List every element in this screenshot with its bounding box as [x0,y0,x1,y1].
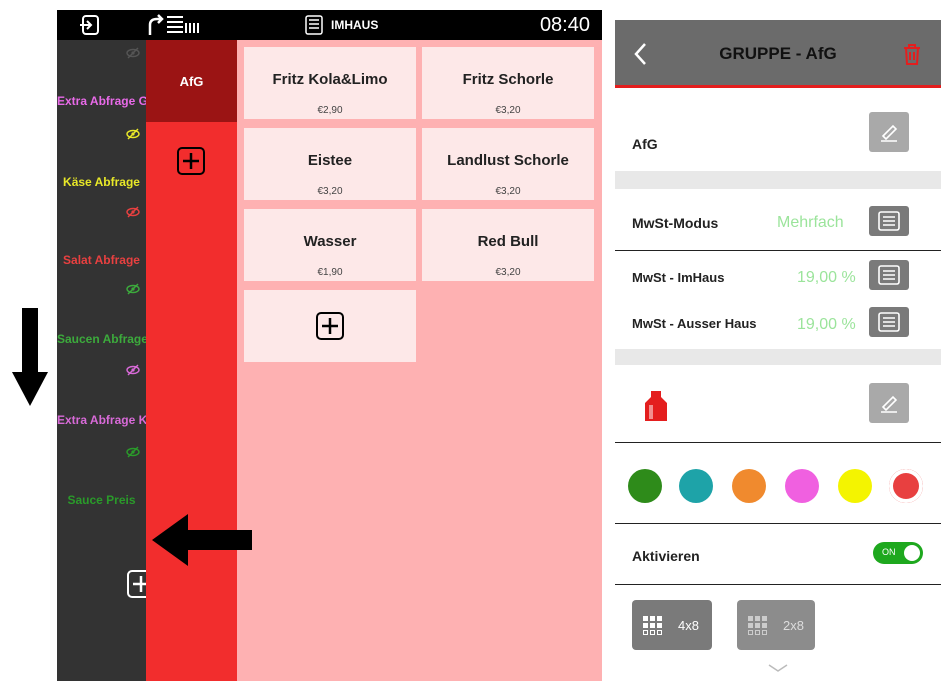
product-price: €1,90 [317,267,343,278]
activate-toggle[interactable]: ON [873,542,923,564]
layout-label: 2x8 [783,618,804,633]
edit-icon-button[interactable] [869,383,909,423]
product-price: €3,20 [495,105,521,116]
product-grid: Fritz Kola&Limo €2,90 Fritz Schorle €3,2… [237,40,602,681]
hidden-eye-icon[interactable] [126,46,140,60]
icon-row [615,365,941,443]
color-swatch[interactable] [838,469,872,503]
modifier-label: Sauce Preis [67,493,136,507]
mwst-mode-value: Mehrfach [777,214,844,231]
activate-label: Aktivieren [632,548,700,564]
mwst-mode-select-button[interactable] [869,206,909,236]
hidden-eye-icon[interactable] [126,445,140,459]
product-price: €3,20 [495,186,521,197]
product-tile[interactable]: Eistee €3,20 [244,128,416,200]
mwst-mode-label: MwSt-Modus [632,215,719,231]
trash-icon[interactable] [903,43,921,65]
color-swatch[interactable] [628,469,662,503]
product-price: €3,20 [495,267,521,278]
clock: 08:40 [539,13,590,36]
color-swatch[interactable] [679,469,713,503]
mwst-mode-row: MwSt-Modus Mehrfach [615,189,941,251]
grid-icon [748,616,767,635]
pencil-icon [881,395,898,413]
product-price: €3,20 [317,186,343,197]
list-icon [878,211,900,231]
mwst-ausser-label: MwSt - Ausser Haus [632,316,757,331]
layout-label: 4x8 [678,618,699,633]
color-swatch-selected[interactable] [889,469,923,503]
add-group-button[interactable] [177,147,205,175]
product-tile[interactable]: Fritz Kola&Limo €2,90 [244,47,416,119]
product-name: Wasser [303,233,357,250]
mwst-imhaus-select-button[interactable] [869,260,909,290]
product-tile[interactable]: Wasser €1,90 [244,209,416,281]
mwst-ausser-value: 19,00 % [797,316,856,333]
redirect-menu-icon[interactable] [147,10,207,40]
chevron-down-icon[interactable] [767,663,789,673]
mode-label: IMHAUS [331,18,379,32]
grid-icon [643,616,662,635]
hidden-eye-icon[interactable] [126,363,140,377]
top-bar: IMHAUS 08:40 [57,10,602,40]
mwst-imhaus-label: MwSt - ImHaus [632,270,725,285]
product-tile[interactable]: Red Bull €3,20 [422,209,594,281]
list-icon [878,312,900,332]
group-name-value: AfG [632,136,658,152]
color-swatch[interactable] [732,469,766,503]
product-price: €2,90 [317,105,343,116]
divider-line [615,584,941,585]
left-arrow-annotation [152,514,252,566]
product-name: Fritz Schorle [462,71,554,88]
color-swatch[interactable] [785,469,819,503]
hidden-eye-icon[interactable] [126,127,140,141]
product-tile[interactable]: Landlust Schorle €3,20 [422,128,594,200]
hidden-eye-icon[interactable] [126,205,140,219]
mwst-ausser-row: MwSt - Ausser Haus 19,00 % [615,299,941,349]
mwst-imhaus-row: MwSt - ImHaus 19,00 % [615,251,941,299]
down-arrow-annotation [12,308,48,406]
modifier-label: Extra Abfrage Gr [57,94,146,108]
add-product-button[interactable] [244,290,416,362]
toggle-label: ON [882,547,896,557]
section-divider [615,349,941,365]
plus-icon [316,312,344,340]
list-icon [878,265,900,285]
plus-icon [183,153,199,169]
modifier-label: Käse Abfrage [63,175,140,189]
modifier-label: Salat Abfrage [63,253,140,267]
product-name: Red Bull [477,233,539,250]
toggle-knob [904,545,920,561]
edit-name-button[interactable] [869,112,909,152]
product-name: Landlust Schorle [447,152,569,169]
pencil-icon [881,124,898,142]
product-tile[interactable]: Fritz Schorle €3,20 [422,47,594,119]
group-settings-panel: GRUPPE - AfG AfG MwSt-Modus Mehrfach MwS… [615,20,941,681]
modifier-label: Saucen Abfrage [57,332,146,346]
hidden-eye-icon[interactable] [126,282,140,296]
group-name-row: AfG [615,91,941,171]
product-name: Fritz Kola&Limo [272,71,388,88]
modifier-label: Extra Abfrage Kl [57,413,146,427]
panel-header: GRUPPE - AfG [615,20,941,88]
group-tab-afg[interactable]: AfG [146,40,237,122]
product-name: Eistee [307,152,353,169]
bottle-icon[interactable] [643,389,669,423]
layout-2x8-button[interactable]: 2x8 [737,600,815,650]
layout-4x8-button[interactable]: 4x8 [632,600,712,650]
logout-icon[interactable] [79,10,101,40]
modifier-column: Extra Abfrage Gr Käse Abfrage Salat Abfr… [57,40,155,681]
list-icon [305,15,323,35]
mode-indicator[interactable]: IMHAUS [305,10,378,40]
panel-title: GRUPPE - AfG [719,44,837,63]
mwst-ausser-select-button[interactable] [869,307,909,337]
section-divider [615,171,941,189]
group-column: AfG [146,40,237,681]
mwst-imhaus-value: 19,00 % [797,269,856,286]
divider-line [615,442,941,443]
